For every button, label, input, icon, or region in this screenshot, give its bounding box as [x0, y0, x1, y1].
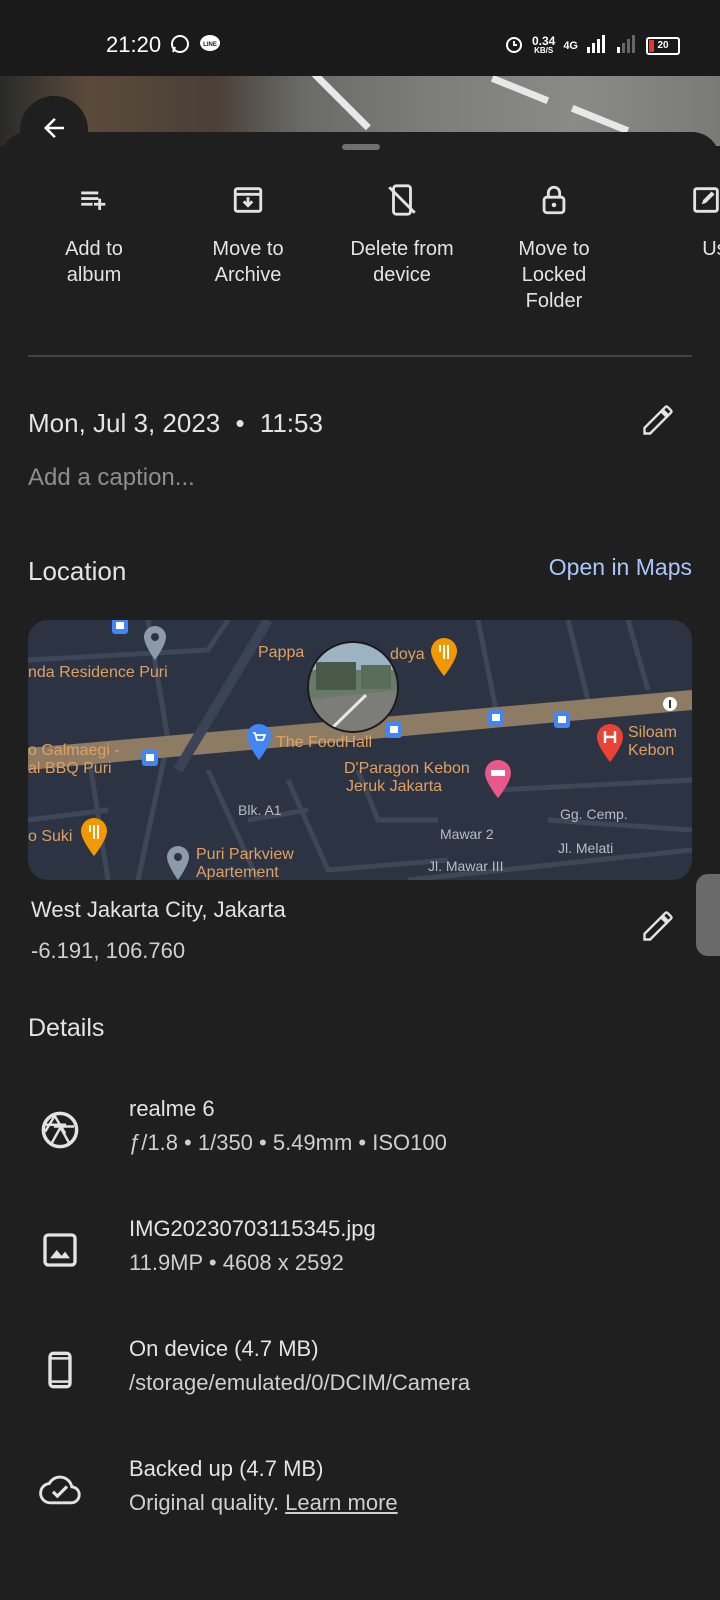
street-label: Blk. A1	[238, 802, 282, 818]
action-label: Use	[702, 238, 720, 260]
file-details-row: IMG20230703115345.jpg 11.9MP • 4608 x 25…	[0, 1216, 720, 1306]
add-to-album-button[interactable]: Add to album	[14, 180, 174, 288]
signal-icon	[586, 35, 608, 56]
location-map[interactable]: nda Residence Puri Pappa doya o Galmaegi…	[28, 620, 692, 880]
bus-stop-icon	[488, 710, 504, 731]
back-button[interactable]	[20, 96, 88, 164]
coordinates: -6.191, 106.760	[31, 938, 186, 963]
street-label: Gg. Cemp.	[560, 806, 628, 822]
restaurant-pin-icon	[80, 818, 108, 861]
delete-device-icon	[382, 180, 422, 220]
learn-more-link[interactable]: Learn more	[285, 1490, 398, 1515]
backup-details-row: Backed up (4.7 MB) Original quality. Lea…	[0, 1456, 720, 1546]
scrollbar-thumb[interactable]	[696, 874, 720, 956]
map-label: Jeruk Jakarta	[346, 778, 443, 795]
bus-stop-icon	[142, 750, 158, 771]
battery-icon: 20	[646, 36, 680, 55]
divider	[28, 355, 692, 357]
image-icon	[38, 1228, 82, 1272]
map-label: Kebon	[628, 742, 675, 759]
shopping-pin-icon	[246, 724, 272, 765]
arrow-back-icon	[39, 113, 69, 148]
lock-icon	[534, 180, 574, 220]
location-pin-icon	[143, 626, 167, 665]
delete-from-device-button[interactable]: Delete from device	[322, 180, 482, 288]
restaurant-pin-icon	[430, 638, 458, 681]
map-label: Puri Parkview	[196, 846, 294, 863]
photo-thumbnail-marker[interactable]	[306, 640, 400, 739]
cloud-done-icon	[38, 1468, 82, 1512]
signal-2-icon	[616, 35, 638, 56]
caption-input[interactable]: Add a caption...	[28, 464, 195, 492]
hospital-pin-icon	[596, 724, 624, 767]
separator: •	[235, 408, 245, 438]
storage-path: /storage/emulated/0/DCIM/Camera	[129, 1370, 471, 1395]
location-pin-icon	[166, 846, 190, 880]
backup-quality: Original quality. Learn more	[129, 1490, 398, 1516]
action-label: Delete from device	[350, 238, 454, 286]
edit-date-icon[interactable]	[640, 402, 676, 438]
storage-details-row: On device (4.7 MB) /storage/emulated/0/D…	[0, 1336, 720, 1426]
map-label: al BBQ Puri	[28, 760, 112, 777]
map-label: o Galmaegi -	[28, 742, 120, 759]
time-text: 11:53	[259, 408, 323, 438]
network-type: 4G	[563, 39, 578, 52]
street-label: Jl. Mawar III	[428, 858, 504, 874]
bus-stop-icon	[554, 712, 570, 733]
backup-title: Backed up (4.7 MB)	[129, 1456, 324, 1481]
map-label: Siloam	[628, 724, 677, 741]
map-label: o Suki	[28, 828, 73, 845]
date-text: Mon, Jul 3, 2023	[28, 408, 221, 438]
alarm-icon	[504, 34, 524, 57]
camera-details-row: realme 6 ƒ/1.8 • 1/350 • 5.49mm • ISO100	[0, 1096, 720, 1186]
file-specs: 11.9MP • 4608 x 2592	[129, 1250, 344, 1275]
status-bar: 21:20 LINE 0.34 KB/S 4G 20	[0, 0, 720, 76]
speed-value: 0.34	[531, 33, 556, 48]
hotel-pin-icon	[484, 760, 512, 803]
details-title: Details	[28, 1014, 105, 1042]
date-time[interactable]: Mon, Jul 3, 2023 • 11:53	[28, 408, 323, 439]
move-to-archive-button[interactable]: Move to Archive	[168, 180, 328, 288]
info-marker-icon	[662, 696, 678, 717]
bus-stop-icon	[112, 620, 128, 639]
map-label: Pappa	[258, 644, 305, 661]
svg-text:LINE: LINE	[203, 42, 217, 48]
action-label: Add to album	[65, 238, 123, 286]
place-name: West Jakarta City, Jakarta	[31, 897, 286, 922]
street-label: Jl. Melati	[558, 840, 614, 856]
map-label: D'Paragon Kebon	[344, 760, 470, 777]
camera-aperture-icon	[38, 1108, 82, 1152]
street-label: Mawar 2	[440, 826, 494, 842]
line-app-icon: LINE	[199, 34, 220, 54]
whatsapp-icon	[170, 34, 190, 54]
status-indicators: 0.34 KB/S 4G 20	[504, 34, 680, 57]
speed-unit: KB/S	[534, 45, 554, 55]
move-to-locked-folder-button[interactable]: Move to Locked Folder	[474, 180, 634, 314]
action-label: Move to Archive	[212, 238, 284, 286]
action-label: Move to Locked Folder	[518, 238, 590, 312]
archive-icon	[228, 180, 268, 220]
open-in-maps-link[interactable]: Open in Maps	[549, 554, 692, 581]
quality-text: Original quality.	[129, 1490, 279, 1515]
drag-handle[interactable]	[342, 144, 380, 150]
status-time: 21:20	[106, 32, 162, 57]
camera-specs: ƒ/1.8 • 1/350 • 5.49mm • ISO100	[129, 1130, 447, 1155]
edit-box-icon	[686, 180, 720, 220]
playlist-add-icon	[74, 180, 114, 220]
camera-model: realme 6	[129, 1096, 215, 1121]
info-sheet: Add to album Move to Archive Delete from…	[0, 132, 720, 1600]
phone-icon	[38, 1348, 82, 1392]
storage-title: On device (4.7 MB)	[129, 1336, 319, 1361]
file-name: IMG20230703115345.jpg	[129, 1216, 376, 1241]
battery-level: 20	[657, 39, 669, 51]
location-title: Location	[28, 556, 127, 586]
map-label: nda Residence Puri	[28, 664, 168, 681]
action-row: Add to album Move to Archive Delete from…	[0, 180, 720, 340]
network-speed: 0.34 KB/S	[531, 33, 556, 56]
use-as-button[interactable]: Use	[620, 180, 720, 262]
map-label: Apartement	[196, 864, 279, 880]
edit-location-icon[interactable]	[640, 908, 676, 944]
